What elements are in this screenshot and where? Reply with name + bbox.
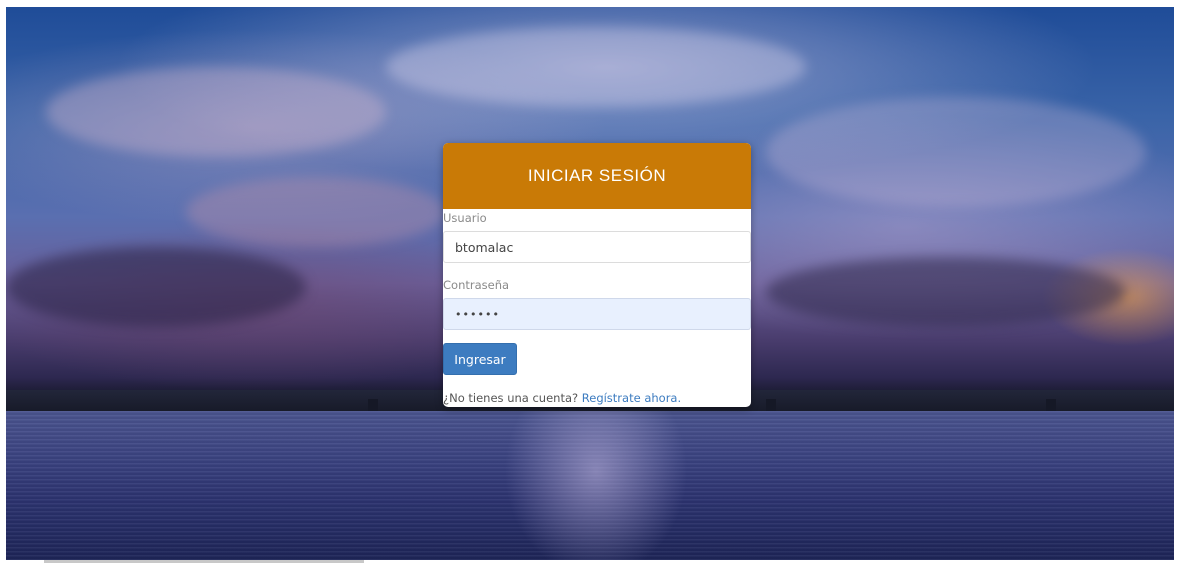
cloud (6, 247, 306, 327)
username-field[interactable]: btomalac (443, 231, 751, 263)
cloud (766, 97, 1146, 207)
login-button-label: Ingresar (454, 351, 506, 367)
cloud (386, 27, 806, 107)
login-card: INICIAR SESIÓN Usuario btomalac Contrase… (443, 143, 751, 407)
cloud (766, 257, 1126, 327)
login-header: INICIAR SESIÓN (443, 143, 751, 209)
password-field[interactable]: •••••• (443, 298, 751, 330)
password-label: Contraseña (443, 278, 510, 292)
password-value: •••••• (455, 307, 500, 321)
login-button[interactable]: Ingresar (443, 343, 517, 375)
cloud (186, 177, 446, 247)
login-title: INICIAR SESIÓN (527, 166, 667, 185)
cloud (46, 67, 386, 157)
username-label: Usuario (443, 211, 487, 225)
signup-text: ¿No tienes una cuenta? Regístrate ahora. (443, 391, 681, 405)
username-value: btomalac (455, 239, 514, 255)
signup-link[interactable]: Regístrate ahora. (582, 391, 681, 405)
water (6, 411, 1174, 560)
signup-prompt: ¿No tienes una cuenta? (443, 391, 579, 405)
